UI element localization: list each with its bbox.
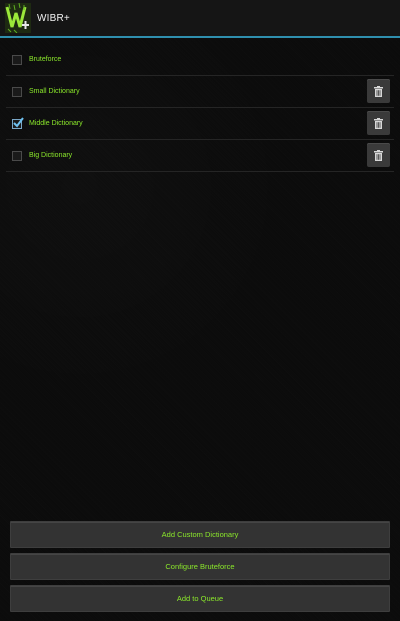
option-label: Bruteforce — [29, 56, 62, 63]
delete-middle-dictionary-button[interactable] — [367, 111, 390, 135]
add-custom-dictionary-button[interactable]: Add Custom Dictionary — [10, 521, 390, 548]
checkmark-icon — [13, 116, 24, 128]
action-bar: WIBR+ — [0, 0, 400, 38]
option-row-bruteforce[interactable]: Bruteforce — [6, 44, 394, 76]
app-title: WIBR+ — [37, 12, 70, 24]
delete-small-dictionary-button[interactable] — [367, 79, 390, 103]
option-label: Middle Dictionary — [29, 120, 83, 127]
small-dictionary-checkbox[interactable] — [12, 86, 22, 97]
option-row-middle-dictionary[interactable]: Middle Dictionary — [6, 108, 394, 140]
middle-dictionary-checkbox[interactable] — [12, 116, 24, 129]
option-label: Big Dictionary — [29, 152, 73, 159]
option-label: Small Dictionary — [29, 88, 80, 95]
trash-icon — [374, 117, 383, 129]
trash-icon — [374, 85, 383, 97]
trash-icon — [374, 149, 383, 161]
big-dictionary-checkbox[interactable] — [12, 150, 22, 161]
bruteforce-checkbox[interactable] — [12, 54, 22, 65]
bottom-actions: Add Custom Dictionary Configure Brutefor… — [10, 521, 390, 617]
option-row-big-dictionary[interactable]: Big Dictionary — [6, 140, 394, 172]
wibr-logo-icon — [5, 3, 31, 33]
dictionary-options-list: Bruteforce Small Dictionary Middle Dicti… — [0, 44, 400, 172]
option-row-small-dictionary[interactable]: Small Dictionary — [6, 76, 394, 108]
configure-bruteforce-button[interactable]: Configure Bruteforce — [10, 553, 390, 580]
delete-big-dictionary-button[interactable] — [367, 143, 390, 167]
add-to-queue-button[interactable]: Add to Queue — [10, 585, 390, 612]
screen: WIBR+ Bruteforce Small Dictionary Middle… — [0, 0, 400, 621]
